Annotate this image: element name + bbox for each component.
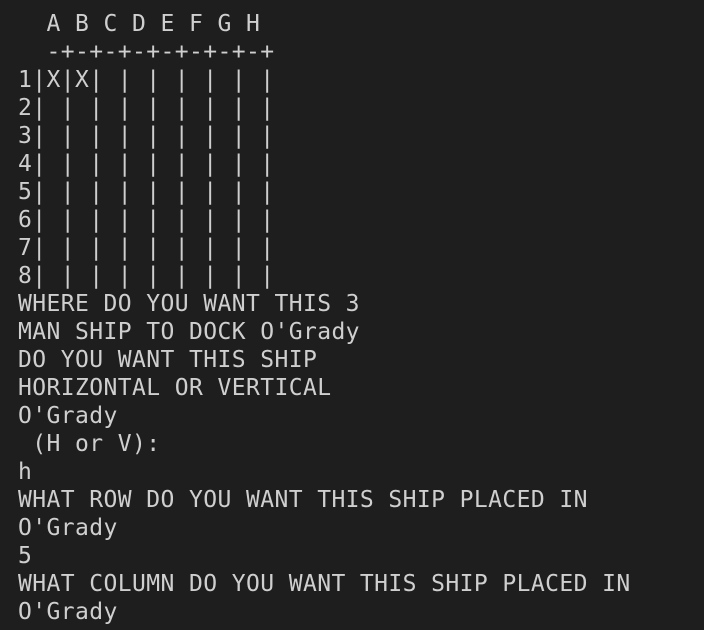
prompt-line: HORIZONTAL OR VERTICAL [18,375,332,401]
board-row-8: 8| | | | | | | | | [18,263,275,289]
board-row-1: 1|X|X| | | | | | | [18,67,275,93]
prompt-line: O'Grady [18,599,118,625]
user-input-line: h [18,459,33,485]
prompt-line: WHAT COLUMN DO YOU WANT THIS SHIP PLACED… [18,571,631,597]
prompt-line: (H or V): [18,431,161,457]
board-row-3: 3| | | | | | | | | [18,123,275,149]
board-row-5: 5| | | | | | | | | [18,179,275,205]
board-top-border: -+-+-+-+-+-+-+-+ [18,39,275,65]
terminal-output: A B C D E F G H -+-+-+-+-+-+-+-+ 1|X|X| … [0,0,704,630]
prompt-line: WHAT ROW DO YOU WANT THIS SHIP PLACED IN [18,487,588,513]
prompt-line: WHERE DO YOU WANT THIS 3 [18,291,360,317]
prompt-line: DO YOU WANT THIS SHIP [18,347,318,373]
user-input-line: 5 [18,543,33,569]
board-row-2: 2| | | | | | | | | [18,95,275,121]
prompt-line: MAN SHIP TO DOCK O'Grady [18,319,360,345]
board-row-7: 7| | | | | | | | | [18,235,275,261]
prompt-line: O'Grady [18,515,118,541]
board-row-6: 6| | | | | | | | | [18,207,275,233]
board-column-header: A B C D E F G H [18,11,261,37]
board-row-4: 4| | | | | | | | | [18,151,275,177]
prompt-line: O'Grady [18,403,118,429]
